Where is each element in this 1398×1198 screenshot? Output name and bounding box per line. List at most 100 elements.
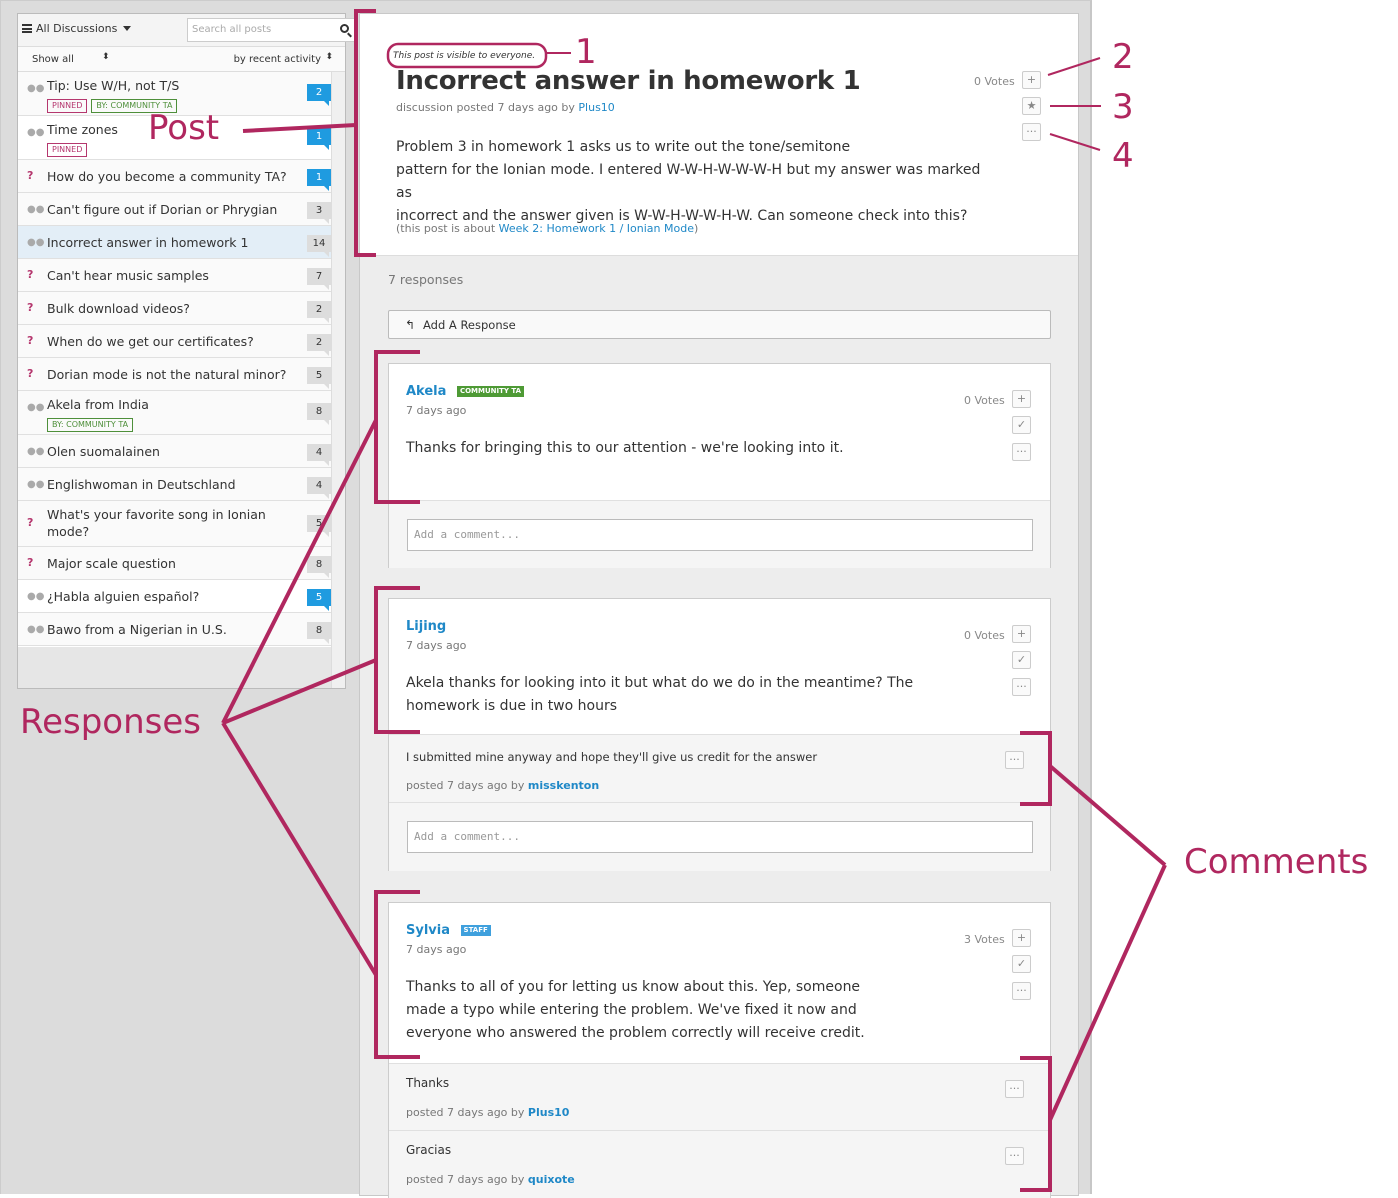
comment-meta-text: posted 7 days ago by: [406, 1173, 525, 1186]
discussion-icon: ●●: [27, 624, 45, 635]
thread-item[interactable]: ? Major scale question 8: [18, 547, 345, 580]
visibility-note: This post is visible to everyone.: [393, 51, 536, 61]
updown-icon: ⬍: [102, 52, 110, 62]
thread-item[interactable]: ? Bulk download videos? 2: [18, 292, 345, 325]
vote-plus-icon[interactable]: +: [1022, 71, 1041, 89]
reply-arrow-icon: ↰: [405, 318, 416, 332]
thread-item[interactable]: ? How do you become a community TA? 1: [18, 160, 345, 193]
thread-title: ¿Habla alguien español?: [47, 589, 200, 604]
thread-item[interactable]: ? When do we get our certificates? 2: [18, 325, 345, 358]
endorse-check-icon[interactable]: ✓: [1012, 651, 1031, 669]
thread-item[interactable]: ●● ¿Habla alguien español? 5: [18, 580, 345, 613]
thread-title: Dorian mode is not the natural minor?: [47, 367, 287, 382]
response-date: 7 days ago: [406, 943, 467, 956]
question-icon: ?: [27, 334, 34, 347]
sort-filter[interactable]: by recent activity: [234, 54, 321, 65]
thread-item[interactable]: ●● Olen suomalainen 4: [18, 435, 345, 468]
discussion-icon: ●●: [27, 479, 45, 490]
follow-star-icon[interactable]: ★: [1022, 97, 1041, 115]
comment-count: 2: [307, 301, 331, 323]
author-link[interactable]: Sylvia: [406, 923, 450, 938]
vote-plus-icon[interactable]: +: [1012, 929, 1031, 947]
more-actions-icon[interactable]: ···: [1012, 678, 1031, 696]
post-topic: (this post is about Week 2: Homework 1 /…: [396, 222, 698, 235]
comment-author-link[interactable]: misskenton: [528, 779, 599, 792]
sidebar-footer: [18, 647, 331, 688]
discussions-menu[interactable]: All Discussions: [22, 22, 132, 35]
thread-title: When do we get our certificates?: [47, 334, 254, 349]
post-body-line: pattern for the Ionian mode. I entered W…: [396, 162, 981, 201]
post-topic-link[interactable]: Week 2: Homework 1 / Ionian Mode: [499, 222, 694, 235]
thread-item[interactable]: ●● Bawo from a Nigerian in U.S. 8: [18, 613, 345, 646]
comment-author-link[interactable]: quixote: [528, 1173, 575, 1186]
comment-item: Thanks posted 7 days ago by Plus10 ···: [389, 1063, 1050, 1130]
comment-input[interactable]: Add a comment...: [407, 821, 1033, 853]
response-votes: 3 Votes: [964, 933, 1005, 946]
original-post: This post is visible to everyone. Incorr…: [360, 14, 1078, 256]
question-icon: ?: [27, 367, 34, 380]
search-placeholder: Search all posts: [192, 24, 272, 35]
comment-meta: posted 7 days ago by misskenton: [406, 779, 599, 792]
responses-label: Responses: [20, 702, 202, 742]
thread-item[interactable]: ●● Englishwoman in Deutschland 4: [18, 468, 345, 501]
menu-icon: [22, 24, 32, 33]
vote-plus-icon[interactable]: +: [1012, 625, 1031, 643]
comment-count: 5: [307, 589, 331, 611]
question-icon: ?: [27, 301, 34, 314]
comment-count: 5: [307, 367, 331, 389]
thread-item[interactable]: ●● Akela from India BY: COMMUNITY TA 8: [18, 391, 345, 435]
comment-count: 4: [307, 444, 331, 466]
comment-count: 2: [307, 84, 331, 106]
more-actions-icon[interactable]: ···: [1005, 1080, 1024, 1098]
thread-title: Akela from India: [47, 397, 149, 412]
search-icon[interactable]: [340, 24, 349, 33]
community-ta-badge: COMMUNITY TA: [456, 386, 525, 397]
comment-meta: posted 7 days ago by quixote: [406, 1173, 575, 1186]
show-filter[interactable]: Show all: [32, 54, 74, 65]
callout-4: 4: [1112, 136, 1134, 176]
filter-bar: Show all ⬍ by recent activity ⬍: [18, 47, 345, 72]
search-input[interactable]: Search all posts: [187, 18, 358, 42]
thread-title: Major scale question: [47, 556, 176, 571]
comment-author-link[interactable]: Plus10: [528, 1106, 570, 1119]
thread-item[interactable]: ●● Can't figure out if Dorian or Phrygia…: [18, 193, 345, 226]
endorse-check-icon[interactable]: ✓: [1012, 955, 1031, 973]
question-icon: ?: [27, 556, 34, 569]
comment-item: Gracias posted 7 days ago by quixote ···: [389, 1130, 1050, 1198]
comment-composer: Add a comment...: [389, 802, 1050, 871]
response-body-line: made a typo while entering the problem. …: [406, 1002, 857, 1018]
question-icon: ?: [27, 169, 34, 182]
vote-plus-icon[interactable]: +: [1012, 390, 1031, 408]
thread-item[interactable]: ? Can't hear music samples 7: [18, 259, 345, 292]
post-author-link[interactable]: Plus10: [578, 101, 614, 114]
thread-item[interactable]: ? Dorian mode is not the natural minor? …: [18, 358, 345, 391]
callout-2: 2: [1112, 37, 1134, 77]
author-link[interactable]: Lijing: [406, 619, 446, 634]
responses-count: 7 responses: [388, 272, 464, 287]
menu-label: All Discussions: [36, 22, 118, 35]
comment-count: 5: [307, 515, 331, 537]
endorse-check-icon[interactable]: ✓: [1012, 416, 1031, 434]
comment-item: I submitted mine anyway and hope they'll…: [389, 734, 1050, 802]
more-actions-icon[interactable]: ···: [1012, 982, 1031, 1000]
more-actions-icon[interactable]: ···: [1022, 123, 1041, 141]
sidebar-scrollbar[interactable]: [331, 72, 345, 688]
more-actions-icon[interactable]: ···: [1005, 1147, 1024, 1165]
comment-meta: posted 7 days ago by Plus10: [406, 1106, 569, 1119]
author-link[interactable]: Akela: [406, 384, 446, 399]
discussion-icon: ●●: [27, 127, 45, 138]
response-date: 7 days ago: [406, 404, 467, 417]
comment-input[interactable]: Add a comment...: [407, 519, 1033, 551]
thread-title: Bulk download videos?: [47, 301, 190, 316]
comment-count: 7: [307, 268, 331, 290]
community-ta-tag: BY: COMMUNITY TA: [47, 418, 134, 432]
more-actions-icon[interactable]: ···: [1012, 443, 1031, 461]
comment-count: 3: [307, 202, 331, 224]
thread-item[interactable]: ? What's your favorite song in Ionian mo…: [18, 501, 345, 547]
response-votes: 0 Votes: [964, 629, 1005, 642]
more-actions-icon[interactable]: ···: [1005, 751, 1024, 769]
add-response-button[interactable]: ↰ Add A Response: [388, 310, 1051, 339]
thread-list: ●● Tip: Use W/H, not T/S PINNED BY: COMMU…: [18, 72, 345, 646]
thread-item-active[interactable]: ●● Incorrect answer in homework 1 14: [18, 226, 345, 259]
response-body-line: everyone who answered the problem correc…: [406, 1025, 865, 1041]
